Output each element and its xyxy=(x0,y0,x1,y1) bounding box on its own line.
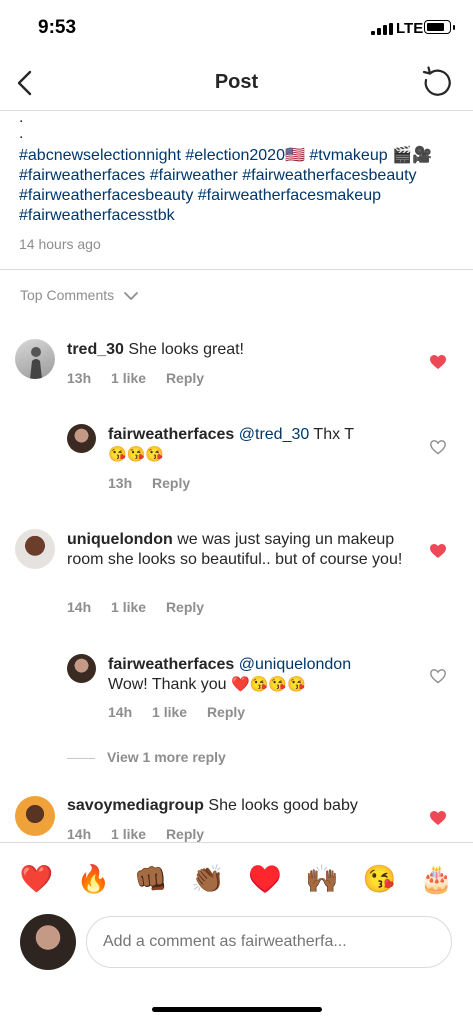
refresh-icon xyxy=(422,66,451,96)
network-label: LTE xyxy=(396,20,424,37)
comment-time: 13h xyxy=(108,475,133,491)
comment-emojis: ❤️😘😘😘 xyxy=(231,676,306,693)
top-comments-toggle[interactable]: Top Comments xyxy=(20,287,138,303)
comment-time: 14h xyxy=(108,704,133,720)
comment-body: Wow! Thank you xyxy=(108,676,227,693)
reply-button[interactable]: Reply xyxy=(207,704,245,720)
comment-username[interactable]: fairweatherfaces xyxy=(108,426,234,443)
comment-likes[interactable]: 1 like xyxy=(111,826,146,842)
comment-mention[interactable]: @tred_30 xyxy=(239,426,310,443)
comment-mention[interactable]: @uniquelondon xyxy=(239,656,351,673)
person-silhouette-icon xyxy=(30,347,42,379)
avatar[interactable] xyxy=(15,529,55,569)
emoji-heart-button[interactable]: ❤️ xyxy=(17,863,57,895)
refresh-button[interactable] xyxy=(421,66,453,98)
comment-time: 14h xyxy=(67,826,92,842)
comment-meta: 13h Reply xyxy=(108,475,206,491)
comment-likes[interactable]: 1 like xyxy=(111,370,146,386)
emoji-cake-button[interactable]: 🎂 xyxy=(416,863,456,895)
comment: uniquelondon we was just saying un makeu… xyxy=(67,530,407,570)
caption-hashtags[interactable]: #abcnewselectionnight #election2020🇺🇸 #t… xyxy=(19,146,459,226)
avatar[interactable] xyxy=(67,654,96,683)
comment: fairweatherfaces @tred_30 Thx T 😘😘😘 xyxy=(108,425,408,465)
comment-username[interactable]: savoymediagroup xyxy=(67,797,204,814)
emoji-clap-button[interactable]: 👏🏾 xyxy=(188,863,228,895)
post-caption: . . #abcnewselectionnight #election2020🇺… xyxy=(19,110,459,226)
emoji-fist-button[interactable]: 👊🏾 xyxy=(131,863,171,895)
comment-username[interactable]: uniquelondon xyxy=(67,531,173,548)
comment-meta: 14h 1 like Reply xyxy=(108,704,261,720)
status-time: 9:53 xyxy=(38,17,77,38)
comment-input[interactable] xyxy=(86,916,452,968)
avatar[interactable] xyxy=(15,796,55,836)
avatar xyxy=(20,914,76,970)
reply-thread-line xyxy=(67,757,95,759)
avatar[interactable] xyxy=(15,339,55,379)
page-title: Post xyxy=(214,71,259,93)
emoji-quick-bar: ❤️ 🔥 👊🏾 👏🏾 ♥️ 🙌🏾 😘 🎂 xyxy=(0,842,473,914)
post-timestamp: 14 hours ago xyxy=(19,236,101,252)
comment-time: 14h xyxy=(67,599,92,615)
comment-username[interactable]: tred_30 xyxy=(67,341,124,358)
caption-divider xyxy=(0,269,473,270)
emoji-red-heart-button[interactable]: ♥️ xyxy=(245,863,285,895)
comment-meta: 14h 1 like Reply xyxy=(67,826,220,842)
reply-button[interactable]: Reply xyxy=(166,370,204,386)
comment-body: She looks good baby xyxy=(208,797,358,814)
comment-body: She looks great! xyxy=(128,341,244,358)
heart-filled-icon[interactable] xyxy=(430,355,446,370)
battery-icon xyxy=(424,20,455,34)
comment: savoymediagroup She looks good baby xyxy=(67,796,407,816)
caption-dot: . xyxy=(19,125,24,142)
avatar[interactable] xyxy=(67,424,96,453)
signal-icon xyxy=(371,23,393,35)
reply-button[interactable]: Reply xyxy=(152,475,190,491)
caption-dot: . xyxy=(19,109,24,126)
comment-body: Thx T xyxy=(313,426,355,443)
home-indicator[interactable] xyxy=(152,1007,322,1012)
emoji-raised-hands-button[interactable]: 🙌🏾 xyxy=(302,863,342,895)
reply-button[interactable]: Reply xyxy=(166,599,204,615)
view-more-label: View 1 more reply xyxy=(107,749,226,765)
heart-filled-icon[interactable] xyxy=(430,811,446,826)
heart-outline-icon[interactable] xyxy=(430,669,446,684)
reply-button[interactable]: Reply xyxy=(166,826,204,842)
emoji-kiss-button[interactable]: 😘 xyxy=(359,863,399,895)
comment-emojis: 😘😘😘 xyxy=(108,446,165,463)
comment-likes[interactable]: 1 like xyxy=(111,599,146,615)
comment: fairweatherfaces @uniquelondon Wow! Than… xyxy=(108,655,408,695)
top-comments-label: Top Comments xyxy=(20,287,115,303)
comment-username[interactable]: fairweatherfaces xyxy=(108,656,234,673)
heart-outline-icon[interactable] xyxy=(430,440,446,455)
comment: tred_30 She looks great! xyxy=(67,340,407,360)
chevron-down-icon xyxy=(124,291,138,300)
comment-meta: 14h 1 like Reply xyxy=(67,599,220,615)
view-more-replies-button[interactable]: View 1 more reply xyxy=(67,749,226,765)
heart-filled-icon[interactable] xyxy=(430,544,446,559)
emoji-fire-button[interactable]: 🔥 xyxy=(74,863,114,895)
comment-time: 13h xyxy=(67,370,92,386)
comment-likes[interactable]: 1 like xyxy=(152,704,187,720)
comment-meta: 13h 1 like Reply xyxy=(67,370,220,386)
